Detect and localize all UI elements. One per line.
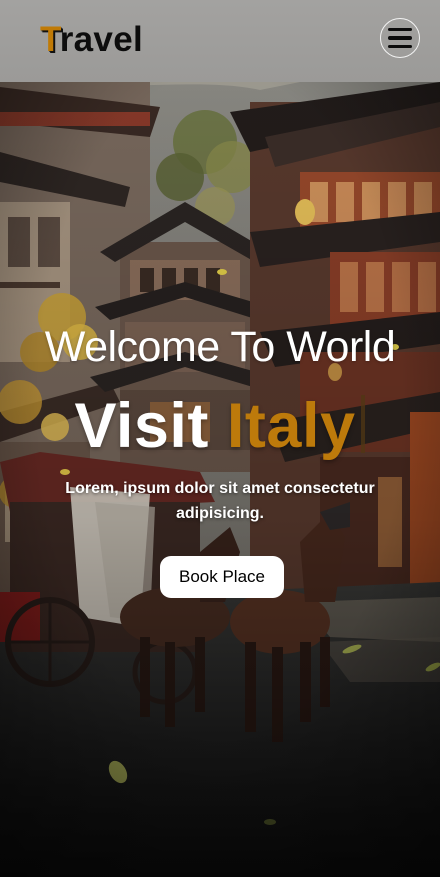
headline-visit-word: Visit	[74, 391, 209, 461]
top-navbar: Travel	[0, 0, 440, 82]
book-place-button[interactable]: Book Place	[160, 556, 284, 598]
hero-welcome-text: Welcome To World	[44, 323, 396, 371]
logo-rest: ravel	[59, 20, 143, 59]
typing-cursor	[361, 395, 366, 453]
hero-subtitle: Lorem, ipsum dolor sit amet consectetur …	[65, 480, 375, 522]
menu-bar-icon	[388, 27, 412, 32]
logo-first-letter: T	[40, 20, 60, 59]
menu-bar-icon	[388, 36, 412, 40]
hero-headline: Visit Italy	[0, 388, 440, 464]
hamburger-menu-button[interactable]	[380, 18, 420, 58]
menu-bar-icon	[388, 44, 412, 49]
brand-logo[interactable]: Travel	[40, 18, 143, 62]
headline-place-name: Italy	[226, 391, 356, 461]
